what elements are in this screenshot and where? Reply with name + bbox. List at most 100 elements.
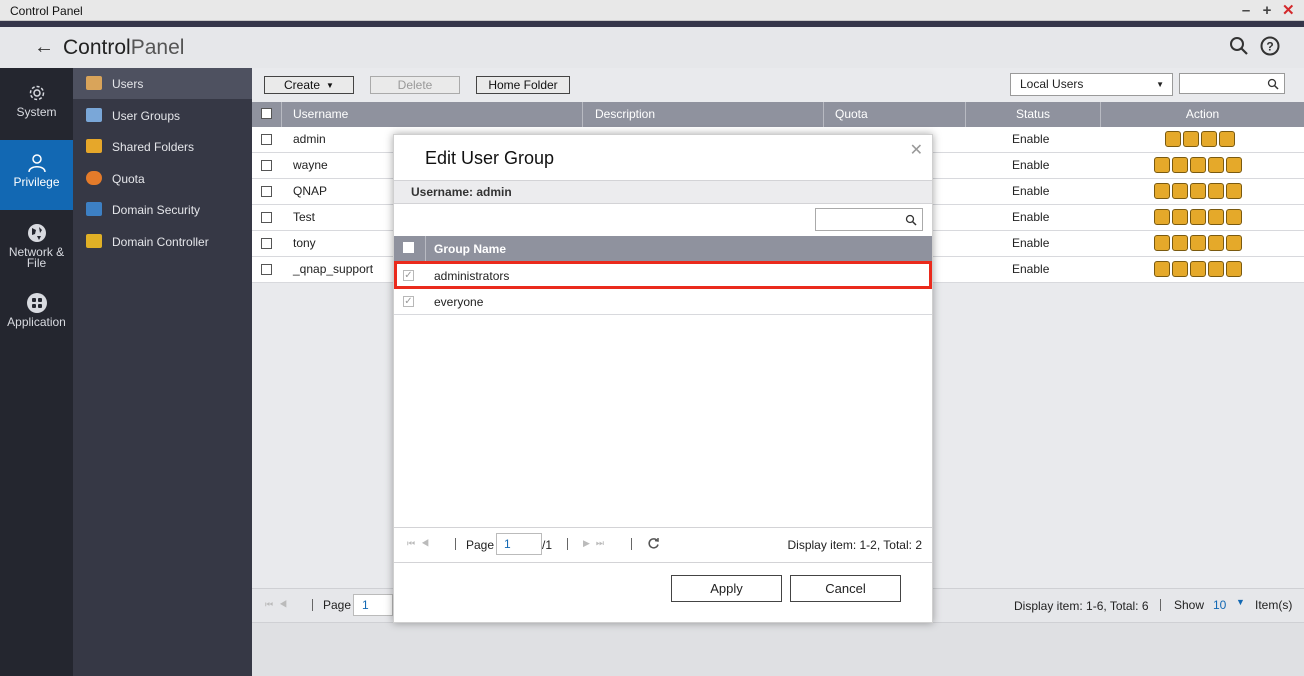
status-area — [252, 622, 1304, 676]
svg-text:?: ? — [1266, 40, 1273, 54]
page-input[interactable]: 1 — [353, 594, 393, 616]
edit-profile-icon[interactable] — [1154, 183, 1170, 199]
minimize-icon[interactable]: – — [1240, 2, 1252, 19]
column-username[interactable]: Username — [282, 102, 583, 127]
row-checkbox[interactable] — [261, 238, 272, 249]
edit-group-icon[interactable] — [1190, 261, 1206, 277]
edit-password-icon[interactable] — [1172, 209, 1188, 225]
window-title: Control Panel — [10, 4, 83, 18]
search-icon — [1267, 78, 1279, 90]
row-actions — [1154, 235, 1242, 251]
nav-privilege[interactable]: Privilege — [0, 140, 73, 210]
edit-password-icon[interactable] — [1183, 131, 1199, 147]
pager-first-prev-icon[interactable]: ⏮◀ — [407, 538, 435, 549]
pager-first-prev-icon[interactable]: ⏮◀ — [265, 599, 293, 610]
user-type-select[interactable]: Local Users ▼ — [1010, 73, 1173, 96]
group-table-header: Group Name — [394, 236, 932, 261]
row-checkbox[interactable] — [261, 134, 272, 145]
user-search-input[interactable] — [1179, 73, 1285, 94]
apply-button[interactable]: Apply — [671, 575, 782, 602]
edit-profile-icon[interactable] — [1154, 157, 1170, 173]
edit-group-icon[interactable] — [1190, 157, 1206, 173]
subnav-domain-controller[interactable]: Domain Controller — [73, 226, 252, 257]
group-checkbox[interactable]: ✓ — [403, 296, 414, 307]
subnav-user-groups[interactable]: User Groups — [73, 100, 252, 131]
pager-next-last-icon[interactable]: ▶⏭ — [583, 538, 610, 549]
home-folder-button[interactable]: Home Folder — [476, 76, 570, 94]
edit-profile-icon[interactable] — [1165, 131, 1181, 147]
toolbar: Create ▼ Delete Home Folder Local Users ▼ — [252, 68, 1304, 102]
subnav-quota[interactable]: Quota — [73, 163, 252, 194]
dropdown-arrow-icon[interactable]: ▼ — [1236, 597, 1245, 607]
cancel-button[interactable]: Cancel — [790, 575, 901, 602]
delete-user-icon[interactable] — [1226, 183, 1242, 199]
dropdown-arrow-icon: ▼ — [1156, 80, 1164, 89]
row-actions — [1154, 209, 1242, 225]
nav-application[interactable]: Application — [0, 280, 73, 350]
grid-icon — [26, 293, 47, 313]
back-arrow-icon[interactable]: ← — [34, 36, 54, 59]
row-checkbox[interactable] — [261, 264, 272, 275]
edit-profile-icon[interactable] — [1154, 261, 1170, 277]
dialog-username: Username: admin — [394, 180, 932, 204]
edit-permission-icon[interactable] — [1208, 235, 1224, 251]
column-status[interactable]: Status — [966, 102, 1101, 127]
close-icon[interactable]: ✕ — [1282, 2, 1295, 19]
select-all-groups-checkbox[interactable] — [403, 242, 414, 253]
delete-user-icon[interactable] — [1226, 209, 1242, 225]
search-icon[interactable] — [1228, 35, 1250, 57]
dialog-page-input[interactable]: 1 — [496, 533, 542, 555]
edit-profile-icon[interactable] — [1154, 235, 1170, 251]
left-navigation: System Privilege Network & File Applicat… — [0, 68, 73, 676]
edit-permission-icon[interactable] — [1208, 261, 1224, 277]
edit-permission-icon[interactable] — [1208, 209, 1224, 225]
help-icon[interactable]: ? — [1259, 35, 1281, 57]
subnav-users[interactable]: Users — [73, 68, 252, 99]
edit-group-icon[interactable] — [1190, 183, 1206, 199]
refresh-icon[interactable] — [647, 537, 660, 550]
create-button[interactable]: Create ▼ — [264, 76, 354, 94]
column-group-name[interactable]: Group Name — [434, 242, 506, 256]
row-actions — [1154, 157, 1242, 173]
delete-button[interactable]: Delete — [370, 76, 460, 94]
edit-user-group-dialog: Edit User Group ✕ Username: admin Group … — [393, 134, 933, 623]
row-checkbox[interactable] — [261, 186, 272, 197]
edit-permission-icon[interactable] — [1208, 157, 1224, 173]
edit-password-icon[interactable] — [1172, 183, 1188, 199]
nav-system[interactable]: System — [0, 70, 73, 140]
group-row-administrators[interactable]: ✓ administrators — [394, 261, 932, 289]
delete-user-icon[interactable] — [1226, 235, 1242, 251]
page-title: ControlPanel — [63, 36, 185, 59]
delete-user-icon[interactable] — [1226, 157, 1242, 173]
group-row-everyone[interactable]: ✓ everyone — [394, 289, 932, 315]
delete-user-icon[interactable] — [1226, 261, 1242, 277]
window-titlebar: Control Panel – + ✕ — [0, 0, 1304, 21]
row-checkbox[interactable] — [261, 160, 272, 171]
edit-permission-icon[interactable] — [1219, 131, 1235, 147]
group-search-input[interactable] — [815, 208, 923, 231]
column-description[interactable]: Description — [583, 102, 824, 127]
edit-group-icon[interactable] — [1190, 209, 1206, 225]
folder-icon — [86, 139, 102, 153]
edit-group-icon[interactable] — [1190, 235, 1206, 251]
row-checkbox[interactable] — [261, 212, 272, 223]
edit-profile-icon[interactable] — [1154, 209, 1170, 225]
edit-password-icon[interactable] — [1172, 157, 1188, 173]
edit-group-icon[interactable] — [1201, 131, 1217, 147]
maximize-icon[interactable]: + — [1261, 2, 1273, 19]
gear-icon — [29, 85, 44, 101]
group-checkbox[interactable]: ✓ — [403, 270, 414, 281]
dialog-footer: Apply Cancel — [394, 562, 932, 622]
nav-network-file[interactable]: Network & File — [0, 210, 73, 280]
subnav-domain-security[interactable]: Domain Security — [73, 194, 252, 225]
window-controls: – + ✕ — [1240, 2, 1295, 19]
subnav-shared-folders[interactable]: Shared Folders — [73, 131, 252, 162]
page-size-select[interactable]: 10 — [1213, 598, 1226, 612]
close-icon[interactable]: ✕ — [910, 140, 923, 160]
edit-password-icon[interactable] — [1172, 235, 1188, 251]
column-quota[interactable]: Quota — [824, 102, 966, 127]
controller-icon — [86, 234, 102, 248]
edit-permission-icon[interactable] — [1208, 183, 1224, 199]
select-all-checkbox[interactable] — [261, 108, 272, 119]
edit-password-icon[interactable] — [1172, 261, 1188, 277]
